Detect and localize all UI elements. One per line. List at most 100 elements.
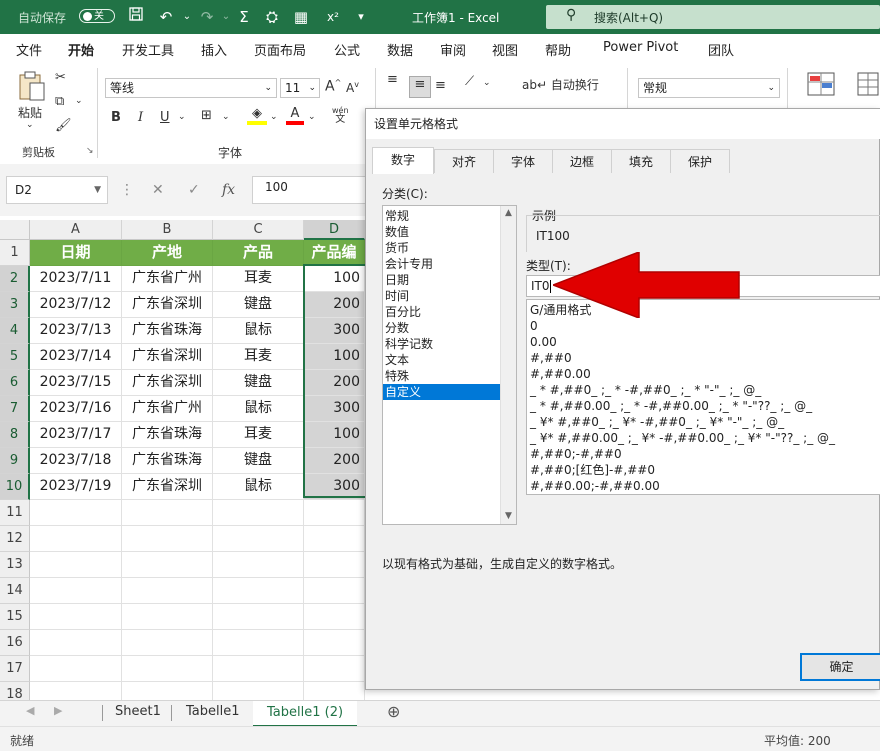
- copy-icon[interactable]: ⧉: [55, 94, 64, 109]
- empty-cell[interactable]: [213, 682, 304, 700]
- scroll-up-icon[interactable]: ▲: [501, 206, 516, 221]
- table-cell[interactable]: 广东省深圳: [122, 292, 213, 318]
- paste-button[interactable]: [14, 70, 48, 104]
- sheet-tab-tabelle1[interactable]: Tabelle1: [186, 704, 240, 719]
- empty-cell[interactable]: [122, 682, 213, 700]
- row-header[interactable]: 14: [0, 578, 30, 604]
- tab-team[interactable]: 团队: [708, 40, 734, 59]
- row-header[interactable]: 15: [0, 604, 30, 630]
- fill-color-icon[interactable]: ◈: [247, 106, 267, 125]
- font-size-box[interactable]: 11 ⌄: [280, 78, 320, 98]
- empty-cell[interactable]: [122, 526, 213, 552]
- autosum-icon[interactable]: Σ: [233, 6, 255, 28]
- paint-icon[interactable]: ⛭: [261, 6, 283, 28]
- tab-help[interactable]: 帮助: [545, 40, 571, 59]
- empty-cell[interactable]: [122, 656, 213, 682]
- tab-review[interactable]: 审阅: [440, 40, 466, 59]
- empty-cell[interactable]: [304, 656, 365, 682]
- empty-cell[interactable]: [30, 604, 122, 630]
- table-cell[interactable]: 广东省深圳: [122, 370, 213, 396]
- empty-cell[interactable]: [213, 500, 304, 526]
- table-cell[interactable]: 200: [304, 370, 365, 396]
- format-code-item[interactable]: #,##0.00: [527, 366, 880, 382]
- row-header[interactable]: 5: [0, 344, 30, 370]
- border-dropdown-icon[interactable]: ⌄: [222, 112, 230, 122]
- format-code-item[interactable]: 0.00: [527, 334, 880, 350]
- empty-cell[interactable]: [30, 656, 122, 682]
- row-header[interactable]: 2: [0, 266, 30, 292]
- empty-cell[interactable]: [213, 630, 304, 656]
- orientation-icon[interactable]: ⟋: [465, 74, 474, 89]
- header-cell[interactable]: 产地: [122, 240, 213, 266]
- table-cell[interactable]: 广东省珠海: [122, 422, 213, 448]
- category-item[interactable]: 数值: [383, 224, 516, 240]
- row-header[interactable]: 3: [0, 292, 30, 318]
- category-item[interactable]: 会计专用: [383, 256, 516, 272]
- category-item[interactable]: 特殊: [383, 368, 516, 384]
- empty-cell[interactable]: [304, 526, 365, 552]
- row-header[interactable]: 9: [0, 448, 30, 474]
- empty-cell[interactable]: [30, 578, 122, 604]
- category-item[interactable]: 日期: [383, 272, 516, 288]
- category-item[interactable]: 科学记数: [383, 336, 516, 352]
- customize-qat-icon[interactable]: ▾: [350, 6, 372, 28]
- align-middle-icon[interactable]: ≡: [409, 76, 431, 98]
- tab-data[interactable]: 数据: [387, 40, 413, 59]
- table-cell[interactable]: 耳麦: [213, 422, 304, 448]
- format-code-item[interactable]: 0: [527, 318, 880, 334]
- row-header[interactable]: 12: [0, 526, 30, 552]
- empty-cell[interactable]: [304, 682, 365, 700]
- autosave-toggle[interactable]: 关: [79, 9, 115, 23]
- save-icon[interactable]: [125, 6, 147, 28]
- dialog-tab-font[interactable]: 字体: [493, 149, 553, 173]
- worksheet-grid[interactable]: A B C D 1 2 3 4 5 6 7 8 9 10 11 12 13 14 15 16 17 18 日期 产地…: [0, 216, 365, 700]
- table-cell[interactable]: 鼠标: [213, 318, 304, 344]
- dialog-tab-number[interactable]: 数字: [372, 147, 434, 174]
- table-cell[interactable]: 200: [304, 292, 365, 318]
- empty-cell[interactable]: [213, 578, 304, 604]
- cut-icon[interactable]: ✂: [55, 70, 66, 85]
- row-header[interactable]: 11: [0, 500, 30, 526]
- category-item[interactable]: 常规: [383, 208, 516, 224]
- format-code-item[interactable]: G/通用格式: [527, 302, 880, 318]
- row-header[interactable]: 16: [0, 630, 30, 656]
- table-cell[interactable]: 键盘: [213, 292, 304, 318]
- superscript-icon[interactable]: x²: [322, 6, 344, 28]
- table-cell[interactable]: 300: [304, 474, 365, 500]
- number-format-box[interactable]: 常规 ⌄: [638, 78, 780, 98]
- row-header[interactable]: 13: [0, 552, 30, 578]
- column-header-a[interactable]: A: [30, 220, 122, 240]
- empty-cell[interactable]: [213, 604, 304, 630]
- underline-button[interactable]: U: [160, 110, 170, 125]
- decrease-font-icon[interactable]: Av: [346, 80, 359, 95]
- align-top-icon[interactable]: ≡: [387, 72, 398, 87]
- table-icon[interactable]: ▦: [290, 6, 312, 28]
- italic-button[interactable]: I: [138, 110, 143, 125]
- row-header[interactable]: 18: [0, 682, 30, 700]
- type-input[interactable]: IT0: [526, 275, 880, 297]
- phonetic-icon[interactable]: wén 文: [332, 106, 349, 125]
- name-box[interactable]: D2 ▼: [6, 176, 108, 204]
- row-header[interactable]: 17: [0, 656, 30, 682]
- empty-cell[interactable]: [304, 552, 365, 578]
- header-cell[interactable]: 产品: [213, 240, 304, 266]
- dialog-tab-fill[interactable]: 填充: [611, 149, 671, 173]
- table-cell[interactable]: 键盘: [213, 448, 304, 474]
- tab-insert[interactable]: 插入: [201, 40, 227, 59]
- orientation-dropdown-icon[interactable]: ⌄: [483, 78, 491, 88]
- select-all-corner[interactable]: [0, 220, 30, 240]
- fill-dropdown-icon[interactable]: ⌄: [270, 112, 278, 122]
- row-header[interactable]: 4: [0, 318, 30, 344]
- format-code-item[interactable]: #,##0;[红色]-#,##0: [527, 462, 880, 478]
- sheet-tab-tabelle1-2[interactable]: Tabelle1 (2): [253, 701, 358, 727]
- dialog-tab-protection[interactable]: 保护: [670, 149, 730, 173]
- tab-developer[interactable]: 开发工具: [122, 40, 174, 59]
- row-header[interactable]: 6: [0, 370, 30, 396]
- empty-cell[interactable]: [213, 526, 304, 552]
- row-header[interactable]: 10: [0, 474, 30, 500]
- table-cell[interactable]: 键盘: [213, 370, 304, 396]
- table-cell[interactable]: 2023/7/14: [30, 344, 122, 370]
- tab-power-pivot[interactable]: Power Pivot: [603, 40, 678, 55]
- format-code-item[interactable]: #,##0: [527, 350, 880, 366]
- category-scrollbar[interactable]: ▲ ▼: [500, 206, 516, 524]
